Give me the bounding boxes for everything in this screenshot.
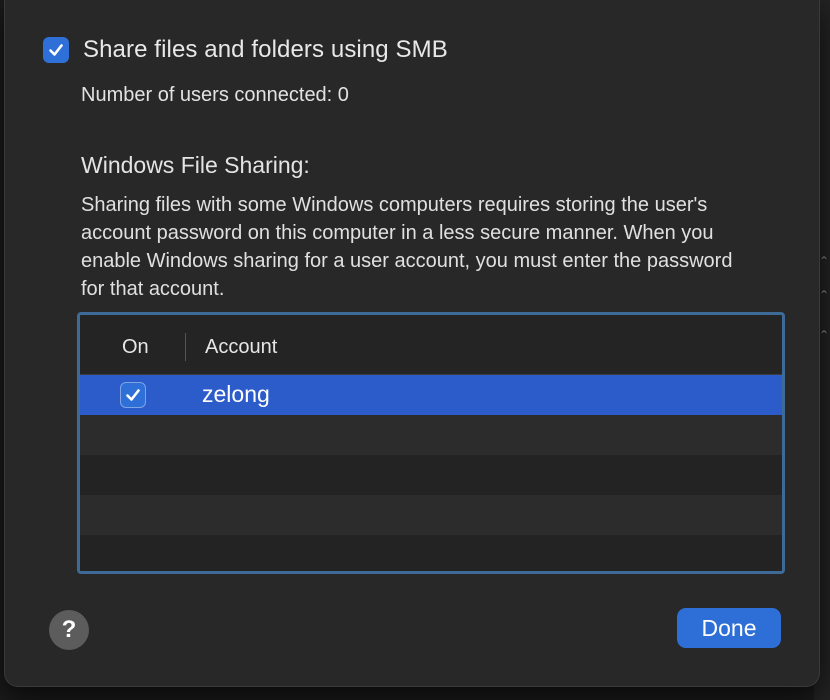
column-header-on[interactable]: On [122, 336, 149, 359]
done-button[interactable]: Done [677, 608, 781, 648]
windows-file-sharing-title: Windows File Sharing: [81, 152, 310, 178]
row-account-name: zelong [202, 381, 270, 407]
windows-file-sharing-description: Sharing files with some Windows computer… [81, 194, 733, 300]
column-header-account[interactable]: Account [205, 336, 277, 359]
checkmark-icon [126, 389, 140, 401]
checkmark-icon [49, 44, 63, 56]
share-smb-checkbox[interactable] [43, 37, 69, 63]
row-on-checkbox[interactable] [120, 382, 146, 408]
question-mark-icon: ? [61, 616, 77, 643]
column-divider[interactable] [185, 333, 186, 361]
smb-options-sheet: Share files and folders using SMB Number… [4, 0, 820, 687]
help-button[interactable]: ? [49, 610, 89, 650]
table-row-empty [80, 415, 782, 455]
table-row-empty [80, 535, 782, 571]
accounts-table[interactable]: On Account zelong [77, 312, 785, 574]
table-row-empty [80, 495, 782, 535]
table-row-zelong[interactable]: zelong [80, 375, 782, 415]
table-row-empty [80, 455, 782, 495]
share-smb-row[interactable]: Share files and folders using SMB [43, 36, 448, 64]
share-smb-label[interactable]: Share files and folders using SMB [83, 36, 448, 64]
accounts-table-header: On Account [80, 315, 782, 375]
users-connected-text: Number of users connected: 0 [81, 84, 349, 106]
